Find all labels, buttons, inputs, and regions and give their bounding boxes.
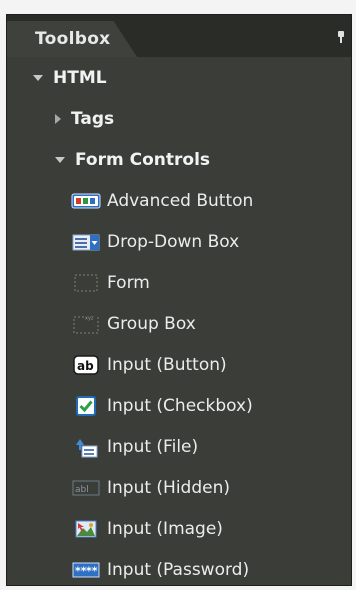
collapsed-arrow-icon[interactable] xyxy=(55,113,61,124)
svg-text:**: ** xyxy=(86,564,98,577)
input-image-icon xyxy=(71,519,101,539)
toolbox-item-label: Group Box xyxy=(107,313,196,334)
tree-node-html[interactable]: HTML xyxy=(7,57,351,98)
toolbox-tree: HTML Tags Form Controls Advanced Button xyxy=(7,57,351,585)
toolbox-item-label: Input (Hidden) xyxy=(107,477,231,498)
svg-text:ab: ab xyxy=(77,359,94,373)
svg-text:xyz: xyz xyxy=(85,315,94,321)
tree-node-tags-label: Tags xyxy=(71,108,115,129)
toolbox-item-form[interactable]: Form xyxy=(7,262,351,303)
svg-text:**: ** xyxy=(75,564,87,577)
toolbox-item-label: Advanced Button xyxy=(107,190,254,211)
toolbox-item-label: Input (Image) xyxy=(107,518,223,539)
input-button-icon: ab xyxy=(71,354,101,375)
toolbox-item-input-password[interactable]: ** ** Input (Password) xyxy=(7,549,351,585)
toolbox-title: Toolbox xyxy=(35,29,111,49)
pin-icon[interactable] xyxy=(337,31,345,43)
form-icon xyxy=(71,273,101,293)
input-hidden-icon: abl xyxy=(71,478,101,498)
expanded-arrow-icon[interactable] xyxy=(33,74,43,81)
toolbox-item-group-box[interactable]: xyz Group Box xyxy=(7,303,351,344)
toolbox-header: Toolbox xyxy=(7,15,351,57)
expanded-arrow-icon[interactable] xyxy=(55,156,65,163)
toolbox-item-input-button[interactable]: ab Input (Button) xyxy=(7,344,351,385)
svg-text:abl: abl xyxy=(75,485,89,495)
toolbox-item-label: Drop-Down Box xyxy=(107,231,240,252)
toolbox-item-label: Form xyxy=(107,272,150,293)
toolbox-item-input-image[interactable]: Input (Image) xyxy=(7,508,351,549)
toolbox-item-input-checkbox[interactable]: Input (Checkbox) xyxy=(7,385,351,426)
input-file-icon xyxy=(71,437,101,457)
tree-node-form-controls-label: Form Controls xyxy=(75,149,211,170)
toolbox-item-advanced-button[interactable]: Advanced Button xyxy=(7,180,351,221)
group-box-icon: xyz xyxy=(71,313,101,334)
toolbox-item-label: Input (Button) xyxy=(107,354,227,375)
tree-node-form-controls[interactable]: Form Controls xyxy=(7,139,351,180)
input-checkbox-icon xyxy=(71,395,101,416)
tree-node-html-label: HTML xyxy=(53,67,107,88)
input-password-icon: ** ** xyxy=(71,560,101,580)
tree-node-tags[interactable]: Tags xyxy=(7,98,351,139)
toolbox-item-label: Input (Checkbox) xyxy=(107,395,253,416)
dropdown-box-icon xyxy=(71,232,101,252)
toolbox-item-label: Input (File) xyxy=(107,436,199,457)
toolbox-item-label: Input (Password) xyxy=(107,559,250,580)
toolbox-item-input-file[interactable]: Input (File) xyxy=(7,426,351,467)
toolbox-item-input-hidden[interactable]: abl Input (Hidden) xyxy=(7,467,351,508)
toolbox-item-dropdown-box[interactable]: Drop-Down Box xyxy=(7,221,351,262)
advanced-button-icon xyxy=(71,191,101,211)
toolbox-panel: Toolbox HTML Tags Form Controls Advanced… xyxy=(6,14,352,586)
